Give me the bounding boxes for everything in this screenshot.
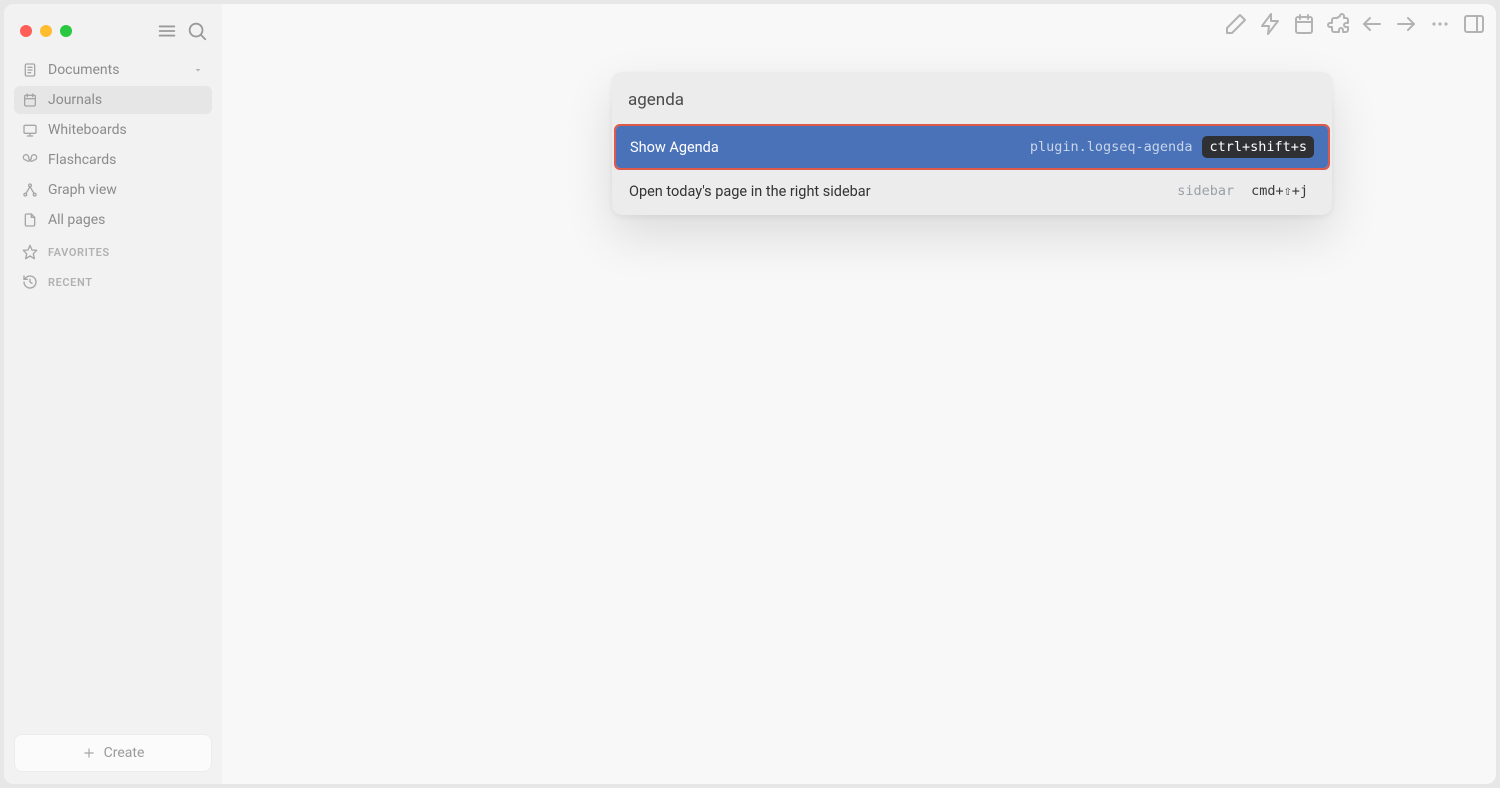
sidebar: Documents Journals Whiteboards xyxy=(4,4,222,784)
sidebar-item-label: Documents xyxy=(48,62,119,78)
search-icon[interactable] xyxy=(186,20,208,42)
maximize-window-button[interactable] xyxy=(60,25,72,37)
create-button[interactable]: Create xyxy=(14,734,212,772)
calendar-icon xyxy=(22,92,38,108)
sidebar-item-graph-view[interactable]: Graph view xyxy=(14,176,212,204)
command-result[interactable]: Show Agenda plugin.logseq-agenda ctrl+sh… xyxy=(616,126,1328,168)
section-label: FAVORITES xyxy=(48,246,110,259)
create-label: Create xyxy=(104,745,145,761)
result-source: plugin.logseq-agenda xyxy=(1030,139,1193,155)
infinity-icon xyxy=(22,152,38,168)
menu-icon[interactable] xyxy=(156,20,178,42)
minimize-window-button[interactable] xyxy=(40,25,52,37)
graph-icon xyxy=(22,182,38,198)
nav-list: Documents Journals Whiteboards xyxy=(14,56,212,234)
main-area: Show Agenda plugin.logseq-agenda ctrl+sh… xyxy=(222,4,1496,784)
close-window-button[interactable] xyxy=(20,25,32,37)
command-result-list: Show Agenda plugin.logseq-agenda ctrl+sh… xyxy=(612,126,1332,215)
result-source: sidebar xyxy=(1177,183,1234,199)
whiteboard-icon xyxy=(22,122,38,138)
recent-section[interactable]: RECENT xyxy=(14,264,212,294)
chevron-down-icon xyxy=(192,64,204,76)
result-title: Open today's page in the right sidebar xyxy=(629,183,871,200)
window-controls xyxy=(14,14,212,56)
sidebar-item-label: Journals xyxy=(48,92,102,108)
sidebar-item-flashcards[interactable]: Flashcards xyxy=(14,146,212,174)
command-palette: Show Agenda plugin.logseq-agenda ctrl+sh… xyxy=(612,72,1332,215)
history-icon xyxy=(22,274,38,290)
sidebar-item-label: Graph view xyxy=(48,182,117,198)
documents-icon xyxy=(22,62,38,78)
command-palette-overlay: Show Agenda plugin.logseq-agenda ctrl+sh… xyxy=(222,4,1496,784)
sidebar-item-documents[interactable]: Documents xyxy=(14,56,212,84)
favorites-section[interactable]: FAVORITES xyxy=(14,234,212,264)
app-window: Documents Journals Whiteboards xyxy=(4,4,1496,784)
result-title: Show Agenda xyxy=(630,139,719,156)
star-icon xyxy=(22,244,38,260)
sidebar-item-all-pages[interactable]: All pages xyxy=(14,206,212,234)
sidebar-item-label: Flashcards xyxy=(48,152,116,168)
pages-icon xyxy=(22,212,38,228)
result-shortcut: cmd+⇧+j xyxy=(1244,180,1315,202)
plus-icon xyxy=(82,746,96,760)
sidebar-item-journals[interactable]: Journals xyxy=(14,86,212,114)
sidebar-item-label: All pages xyxy=(48,212,105,228)
command-palette-input[interactable] xyxy=(612,72,1332,124)
section-label: RECENT xyxy=(48,276,93,289)
sidebar-item-whiteboards[interactable]: Whiteboards xyxy=(14,116,212,144)
result-shortcut: ctrl+shift+s xyxy=(1202,136,1314,158)
sidebar-item-label: Whiteboards xyxy=(48,122,127,138)
command-result[interactable]: Open today's page in the right sidebar s… xyxy=(615,170,1329,212)
